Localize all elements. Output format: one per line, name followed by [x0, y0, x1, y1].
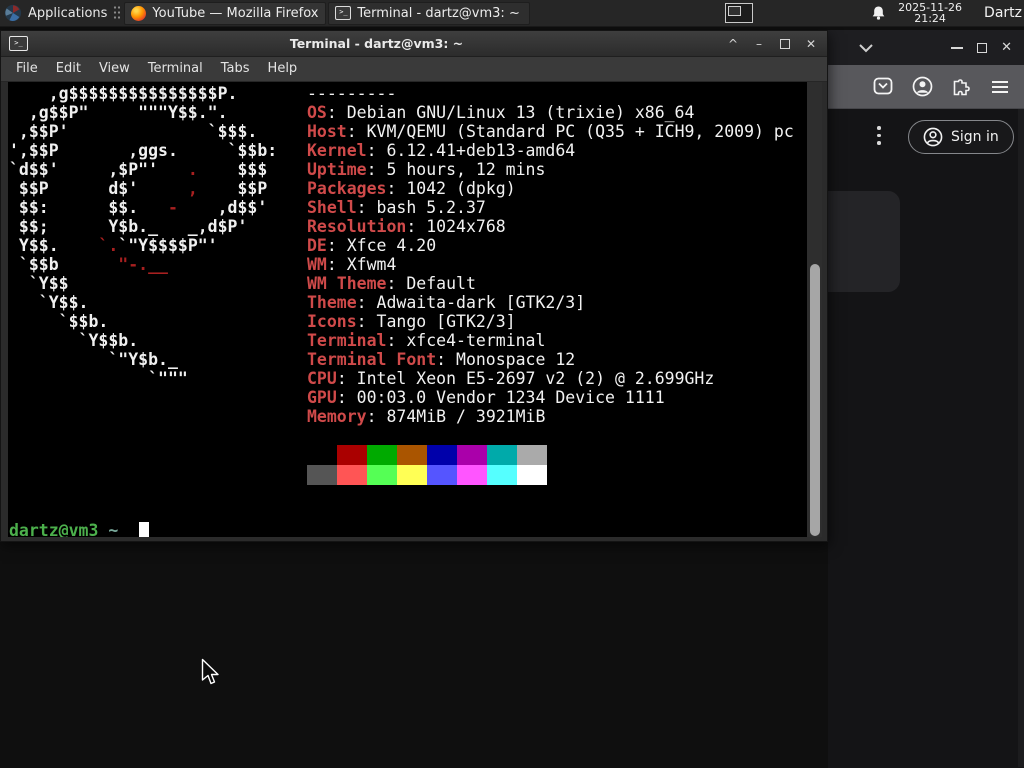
palette-swatch [337, 465, 367, 485]
chevron-down-icon[interactable] [858, 43, 874, 53]
firefox-maximize-button[interactable] [977, 42, 988, 53]
palette-swatch [427, 445, 457, 465]
applications-menu-button[interactable]: Applications [0, 0, 113, 26]
menu-item-view[interactable]: View [90, 57, 139, 81]
maximize-icon [780, 38, 790, 49]
applications-label: Applications [28, 5, 108, 21]
palette-swatch [367, 465, 397, 485]
palette-swatch [397, 445, 427, 465]
terminal-titlebar[interactable]: >_ Terminal - dartz@vm3: ~ ^ – ✕ [1, 31, 827, 57]
extensions-puzzle-icon[interactable] [950, 76, 972, 98]
palette-swatch [307, 445, 337, 465]
neofetch-info: --------- OS: Debian GNU/Linux 13 (trixie… [307, 84, 794, 426]
firefox-minimize-button[interactable] [951, 46, 964, 49]
taskbar: Applications YouTube — Mozilla Firefox >… [0, 0, 1024, 27]
task-title: YouTube — Mozilla Firefox [152, 5, 319, 21]
palette-swatch [487, 465, 517, 485]
palette-swatch [427, 465, 457, 485]
palette-swatch [397, 465, 427, 485]
terminal-window-icon: >_ [9, 36, 28, 51]
minimize-button[interactable]: – [751, 36, 767, 52]
menu-hamburger-icon[interactable] [989, 76, 1011, 98]
palette-swatch [517, 445, 547, 465]
palette-swatch [337, 445, 367, 465]
terminal-window: >_ Terminal - dartz@vm3: ~ ^ – ✕ File Edi… [0, 30, 828, 542]
account-icon[interactable] [911, 76, 933, 98]
firefox-titlebar: ✕ [828, 30, 1024, 65]
terminal-icon: >_ [335, 6, 352, 20]
terminal-scrollbar-thumb[interactable] [810, 264, 820, 536]
pager-window-preview [728, 6, 742, 16]
close-button[interactable]: ✕ [803, 36, 819, 52]
terminal-scrollbar-track[interactable] [807, 82, 822, 537]
bell-icon [872, 6, 885, 20]
palette-swatch [487, 445, 517, 465]
menu-item-tabs[interactable]: Tabs [212, 57, 259, 81]
shade-button[interactable]: ^ [725, 36, 741, 52]
palette-swatch [457, 445, 487, 465]
taskbar-window-button-firefox[interactable]: YouTube — Mozilla Firefox [124, 1, 327, 25]
kebab-menu-icon[interactable] [877, 126, 881, 145]
menu-item-terminal[interactable]: Terminal [139, 57, 212, 81]
signin-label: Sign in [951, 129, 999, 145]
prompt-user-host: dartz@vm3 [9, 521, 99, 537]
firefox-scrollbar[interactable] [1018, 109, 1024, 767]
firefox-icon [131, 5, 147, 21]
clock[interactable]: 2025-11-26 21:24 [898, 1, 962, 25]
firefox-page-content: Sign in [788, 109, 1024, 767]
signin-button[interactable]: Sign in [908, 120, 1014, 154]
prompt-path: ~ [108, 521, 119, 537]
firefox-close-button[interactable]: ✕ [1001, 41, 1012, 54]
palette-swatch [307, 465, 337, 485]
clock-time: 21:24 [914, 12, 946, 25]
neofetch-ascii-logo: ,g$$$$$$$$$$$$$$$P. ,g$$P" """Y$$.". ,$$… [9, 84, 278, 388]
terminal-cursor [139, 522, 150, 537]
palette-row-1 [307, 445, 547, 465]
applications-icon [4, 4, 22, 22]
palette-swatch [367, 445, 397, 465]
terminal-window-title: Terminal - dartz@vm3: ~ [289, 36, 464, 51]
menu-item-file[interactable]: File [7, 57, 47, 81]
mouse-cursor [201, 658, 219, 685]
desktop: Applications YouTube — Mozilla Firefox >… [0, 0, 1024, 768]
task-title: Terminal - dartz@vm3: ~ [357, 5, 520, 21]
palette-row-2 [307, 465, 547, 485]
shell-prompt: dartz@vm3:~$ [9, 521, 150, 537]
terminal-screen[interactable]: ,g$$$$$$$$$$$$$$$P. ,g$$P" """Y$$.". ,$$… [8, 82, 822, 537]
workspace-pager[interactable] [725, 3, 754, 23]
maximize-button[interactable] [777, 36, 793, 52]
firefox-window: ✕ Sign in [788, 30, 1024, 768]
pocket-icon[interactable] [872, 76, 894, 98]
menu-item-edit[interactable]: Edit [47, 57, 90, 81]
menu-item-help[interactable]: Help [259, 57, 307, 81]
person-circle-icon [923, 127, 943, 147]
terminal-menubar: File Edit View Terminal Tabs Help [1, 57, 827, 82]
notifications-button[interactable] [871, 5, 886, 21]
panel-grip-handle[interactable] [113, 5, 121, 21]
palette-swatch [457, 465, 487, 485]
user-label: Dartz [984, 5, 1022, 21]
firefox-toolbar [828, 65, 1024, 109]
palette-swatch [517, 465, 547, 485]
taskbar-window-button-terminal[interactable]: >_ Terminal - dartz@vm3: ~ [328, 1, 531, 25]
